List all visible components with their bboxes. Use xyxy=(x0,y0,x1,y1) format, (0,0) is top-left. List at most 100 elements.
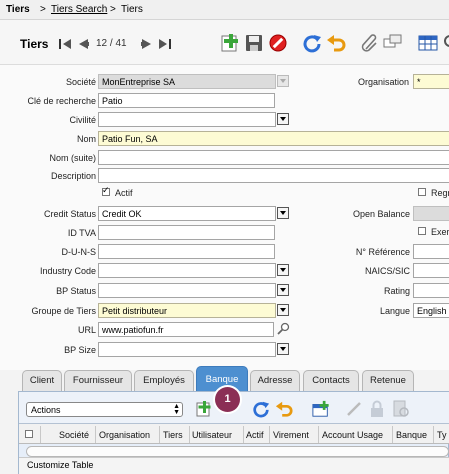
col-organisation[interactable]: Organisation xyxy=(99,430,150,440)
save-icon[interactable] xyxy=(244,33,264,53)
refresh-icon[interactable] xyxy=(302,33,322,53)
col-societe[interactable]: Société xyxy=(59,430,89,440)
description-label: Description xyxy=(50,171,96,181)
last-record-icon[interactable] xyxy=(158,37,172,51)
bp-size-field[interactable] xyxy=(98,342,276,357)
cle-recherche-label: Clé de recherche xyxy=(27,96,96,106)
breadcrumb-separator: > xyxy=(40,4,46,15)
duns-field[interactable] xyxy=(98,244,275,259)
industry-code-label: Industry Code xyxy=(39,266,96,276)
regr-label: Regr xyxy=(431,188,449,198)
col-type[interactable]: Ty xyxy=(437,430,447,440)
step-badge: 1 xyxy=(215,387,240,412)
new-row-icon[interactable] xyxy=(195,400,213,418)
langue-field[interactable]: English xyxy=(413,303,449,318)
cle-recherche-field[interactable]: Patio xyxy=(98,93,275,108)
exer-checkbox[interactable] xyxy=(418,227,426,235)
horizontal-scrollbar[interactable] xyxy=(26,446,449,457)
undo-icon[interactable] xyxy=(326,33,346,53)
tab-fournisseur[interactable]: Fournisseur xyxy=(64,370,132,392)
refresh-icon[interactable] xyxy=(252,400,270,418)
col-banque[interactable]: Banque xyxy=(396,430,427,440)
rating-label: Rating xyxy=(383,286,410,296)
tab-adresse[interactable]: Adresse xyxy=(250,370,300,392)
nom-label: Nom xyxy=(76,134,96,144)
actions-select-label: Actions xyxy=(31,405,61,415)
organisation-label: Organisation xyxy=(357,77,409,87)
new-icon[interactable] xyxy=(220,33,240,53)
url-field[interactable]: www.patiofun.fr xyxy=(98,322,274,337)
page-title: Tiers xyxy=(20,37,49,51)
col-utilisateur[interactable]: Utilisateur xyxy=(192,430,232,440)
bp-status-field[interactable] xyxy=(98,283,276,298)
bp-size-dropdown-button[interactable] xyxy=(277,343,289,355)
search-icon[interactable] xyxy=(442,33,449,53)
nom-field[interactable]: Patio Fun, SA xyxy=(98,131,449,146)
col-actif[interactable]: Actif xyxy=(246,430,264,440)
reference-field[interactable] xyxy=(413,244,449,259)
id-tva-label: ID TVA xyxy=(67,228,96,238)
groupe-tiers-label: Groupe de Tiers xyxy=(31,306,96,316)
credit-status-label: Credit Status xyxy=(43,209,96,219)
breadcrumb: Tiers > Tiers Search > Tiers xyxy=(0,0,449,20)
table-add-icon[interactable] xyxy=(312,400,330,418)
first-record-icon[interactable] xyxy=(58,37,72,51)
societe-dropdown-button xyxy=(277,75,289,87)
actif-checkbox[interactable] xyxy=(102,185,110,196)
bp-size-label: BP Size xyxy=(64,345,96,355)
naics-label: NAICS/SIC xyxy=(364,266,410,276)
industry-code-field[interactable] xyxy=(98,263,276,278)
chat-icon[interactable] xyxy=(383,33,403,53)
id-tva-field[interactable] xyxy=(98,225,275,240)
customize-table-link[interactable]: Customize Table xyxy=(27,460,93,470)
open-balance-field xyxy=(413,206,449,221)
breadcrumb-search-link[interactable]: Tiers Search xyxy=(51,4,107,15)
select-all-checkbox[interactable] xyxy=(25,430,33,438)
groupe-tiers-dropdown-button[interactable] xyxy=(277,304,289,316)
credit-status-dropdown-button[interactable] xyxy=(277,207,289,219)
industry-code-dropdown-button[interactable] xyxy=(277,264,289,276)
societe-label: Société xyxy=(65,77,96,87)
edit-icon xyxy=(347,402,361,416)
duns-label: D-U-N-S xyxy=(61,247,97,257)
breadcrumb-separator: > xyxy=(110,4,116,15)
tab-employes[interactable]: Employés xyxy=(134,370,194,392)
nom-suite-field[interactable] xyxy=(98,150,449,165)
breadcrumb-current: Tiers xyxy=(121,4,143,15)
lock-icon xyxy=(371,400,383,417)
civilite-field[interactable] xyxy=(98,112,276,127)
col-tiers[interactable]: Tiers xyxy=(163,430,183,440)
tab-retenue[interactable]: Retenue xyxy=(362,370,414,392)
civilite-dropdown-button[interactable] xyxy=(277,113,289,125)
regr-checkbox[interactable] xyxy=(418,188,426,196)
societe-field[interactable]: MonEntreprise SA xyxy=(98,74,276,89)
description-field[interactable] xyxy=(98,168,449,183)
reference-label: N° Référence xyxy=(355,247,410,257)
bp-status-label: BP Status xyxy=(56,286,96,296)
organisation-field[interactable]: * xyxy=(413,74,449,89)
naics-field[interactable] xyxy=(413,263,449,278)
grid-toggle-icon[interactable] xyxy=(418,33,438,53)
table-header: Société Organisation Tiers Utilisateur A… xyxy=(19,424,449,444)
window-header: Tiers 12 / 41 xyxy=(0,20,449,64)
tab-contacts[interactable]: Contacts xyxy=(303,370,359,392)
rating-field[interactable] xyxy=(413,283,449,298)
zoom-icon[interactable] xyxy=(277,322,290,335)
breadcrumb-root[interactable]: Tiers xyxy=(6,4,30,15)
col-account-usage[interactable]: Account Usage xyxy=(322,430,383,440)
exer-label: Exer xyxy=(431,227,449,237)
next-record-icon[interactable] xyxy=(140,37,154,51)
bp-status-dropdown-button[interactable] xyxy=(277,284,289,296)
undo-icon[interactable] xyxy=(275,400,293,418)
col-virement[interactable]: Virement xyxy=(273,430,309,440)
actions-select[interactable]: Actions ▲ ▼ xyxy=(26,402,183,417)
nom-suite-label: Nom (suite) xyxy=(49,153,96,163)
attachment-icon[interactable] xyxy=(360,33,380,53)
civilite-label: Civilité xyxy=(69,115,96,125)
groupe-tiers-field[interactable]: Petit distributeur xyxy=(98,303,276,318)
previous-record-icon[interactable] xyxy=(76,37,90,51)
delete-icon[interactable] xyxy=(268,33,288,53)
credit-status-field[interactable]: Credit OK xyxy=(98,206,276,221)
tab-client[interactable]: Client xyxy=(22,370,62,392)
langue-label: Langue xyxy=(379,306,410,316)
